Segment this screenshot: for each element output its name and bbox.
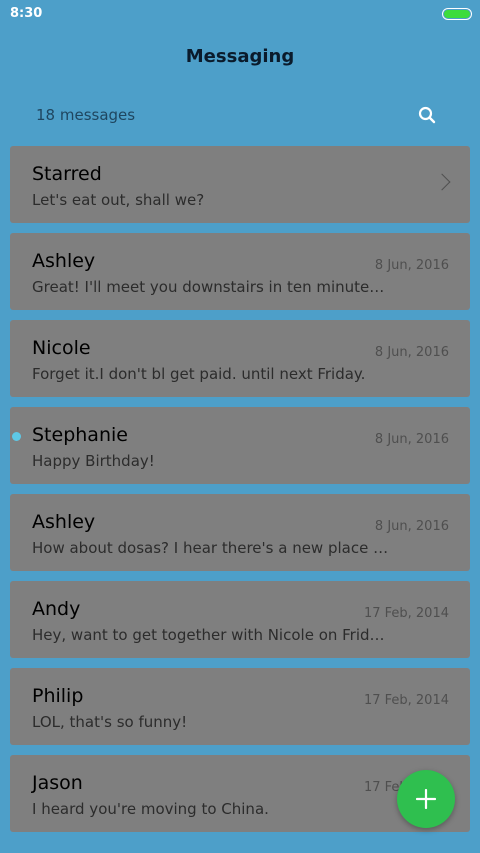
status-bar: 8:30	[0, 0, 480, 28]
conversation-date: 8 Jun, 2016	[374, 519, 449, 534]
conversation-name: Starred	[32, 163, 102, 185]
starred-item[interactable]: Starred Let's eat out, shall we?	[10, 146, 470, 223]
conversation-preview: Forget it.I don't bl get paid. until nex…	[32, 365, 366, 383]
conversation-date: 17 Feb, 2014	[363, 693, 449, 708]
conversation-name: Jason	[32, 772, 83, 794]
conversation-name: Nicole	[32, 337, 91, 359]
battery-icon	[442, 8, 472, 20]
conversation-date: 8 Jun, 2016	[374, 345, 449, 360]
conversation-item[interactable]: Ashley 8 Jun, 2016 How about dosas? I hear…	[10, 494, 470, 571]
conversation-item[interactable]: Andy 17 Feb, 2014 Hey, want to get togethe…	[10, 581, 470, 658]
conversation-date: 8 Jun, 2016	[374, 432, 449, 447]
conversations: Ashley 8 Jun, 2016 Great! I'll meet you do…	[10, 233, 470, 832]
conversation-item[interactable]: Philip 17 Feb, 2014 LOL, that's so funny!	[10, 668, 470, 745]
search-icon	[418, 106, 436, 124]
conversation-preview: Hey, want to get together with Nicole on…	[32, 626, 392, 644]
conversation-preview: How about dosas? I hear there's a new pl…	[32, 539, 392, 557]
conversation-preview: LOL, that's so funny!	[32, 713, 188, 731]
new-message-button[interactable]	[397, 770, 455, 828]
conversation-name: Ashley	[32, 511, 96, 533]
chevron-right-icon	[433, 173, 451, 191]
conversation-date: 17 Feb, 2014	[363, 606, 449, 621]
page-title: Messaging	[185, 46, 295, 67]
conversation-name: Stephanie	[32, 424, 128, 446]
conversation-preview: I heard you're moving to China.	[32, 800, 269, 818]
conversation-item[interactable]: Ashley 8 Jun, 2016 Great! I'll meet you do…	[10, 233, 470, 310]
message-count: 18 messages	[36, 106, 136, 124]
conversation-item[interactable]: Stephanie 8 Jun, 2016 Happy Birthday!	[10, 407, 470, 484]
conversation-date: 8 Jun, 2016	[374, 258, 449, 273]
conversation-preview: Happy Birthday!	[32, 452, 155, 470]
conversation-preview: Great! I'll meet you downstairs in ten m…	[32, 278, 392, 296]
conversation-item[interactable]: Nicole 8 Jun, 2016 Forget it.I don't bl ge…	[10, 320, 470, 397]
battery-level	[444, 10, 470, 18]
conversation-name: Andy	[32, 598, 81, 620]
conversation-name: Philip	[32, 685, 84, 707]
plus-icon	[416, 789, 436, 809]
search-button[interactable]	[414, 102, 440, 128]
conversation-name: Ashley	[32, 250, 96, 272]
unread-indicator	[12, 432, 21, 441]
conversation-preview: Let's eat out, shall we?	[32, 191, 205, 209]
status-time: 8:30	[10, 6, 43, 21]
conversation-list: Starred Let's eat out, shall we? Ashley 8…	[10, 146, 470, 842]
